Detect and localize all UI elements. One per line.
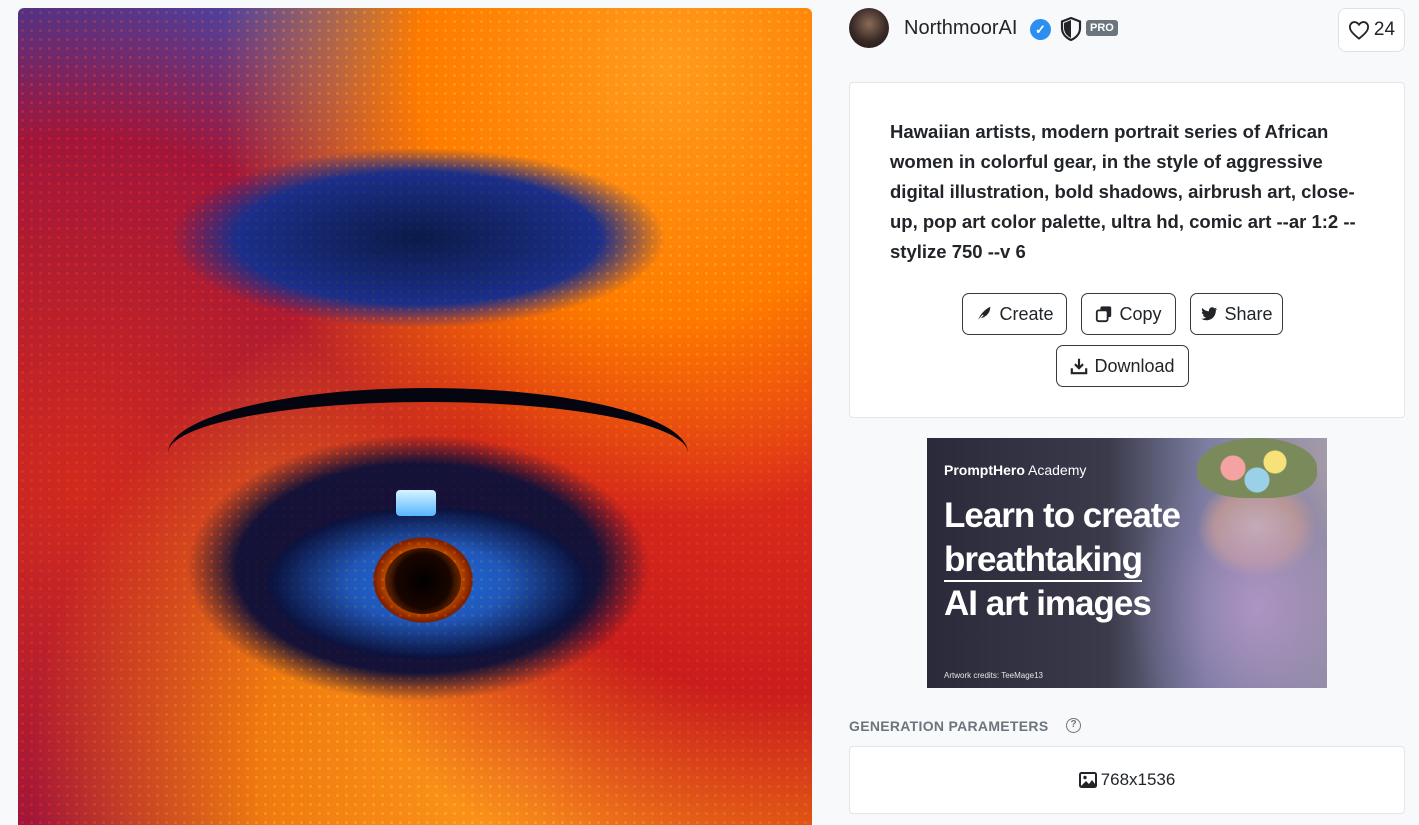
twitter-icon — [1201, 307, 1218, 321]
prompt-text[interactable]: Hawaiian artists, modern portrait series… — [890, 117, 1370, 267]
academy-ad-banner[interactable]: PromptHero Academy Learn to create breat… — [927, 438, 1327, 688]
download-label: Download — [1094, 355, 1175, 376]
copy-label: Copy — [1119, 303, 1162, 324]
help-icon[interactable]: ? — [1066, 718, 1081, 733]
pupil-shape — [385, 548, 461, 614]
generation-parameters-title: GENERATION PARAMETERS — [849, 718, 1049, 734]
like-button[interactable]: 24 — [1338, 8, 1405, 52]
pro-badge: PRO — [1086, 20, 1118, 36]
share-label: Share — [1224, 303, 1273, 324]
ad-brand-suffix: Academy — [1024, 462, 1087, 478]
flower-crown-illustration — [1197, 438, 1317, 498]
image-icon — [1078, 772, 1097, 788]
feather-icon — [976, 306, 991, 323]
eye-highlight — [396, 490, 436, 516]
ad-headline-line-3: AI art images — [944, 584, 1152, 623]
create-button[interactable]: Create — [962, 293, 1067, 335]
ad-brand: PromptHero Academy — [944, 462, 1086, 478]
ad-headline-line-1: Learn to create — [944, 496, 1181, 535]
ad-headline: Learn to create breathtaking AI art imag… — [944, 494, 1204, 626]
ad-headline-line-2: breathtaking — [944, 540, 1143, 579]
create-label: Create — [999, 303, 1054, 324]
ad-brand-name: PromptHero — [944, 462, 1025, 478]
author-avatar[interactable] — [849, 8, 889, 48]
author-header: NorthmoorAI ✓ PRO — [849, 8, 1405, 52]
artwork-image[interactable] — [18, 8, 812, 825]
ad-credit: Artwork credits: TeeMage13 — [944, 671, 1044, 680]
like-count: 24 — [1373, 19, 1396, 40]
heart-icon — [1348, 21, 1369, 40]
copy-button[interactable]: Copy — [1081, 293, 1176, 335]
download-button[interactable]: Download — [1056, 345, 1189, 387]
copy-icon — [1096, 306, 1112, 323]
shield-icon — [1060, 17, 1082, 41]
dimensions-value: 768x1536 — [1100, 770, 1176, 789]
prompt-card: Hawaiian artists, modern portrait series… — [849, 82, 1405, 418]
author-name[interactable]: NorthmoorAI — [904, 17, 1017, 40]
share-button[interactable]: Share — [1190, 293, 1283, 335]
download-icon — [1071, 358, 1088, 375]
dimensions-parameter: 768x1536 — [849, 746, 1405, 814]
verified-icon: ✓ — [1030, 19, 1051, 40]
ad-underline — [944, 580, 1142, 582]
